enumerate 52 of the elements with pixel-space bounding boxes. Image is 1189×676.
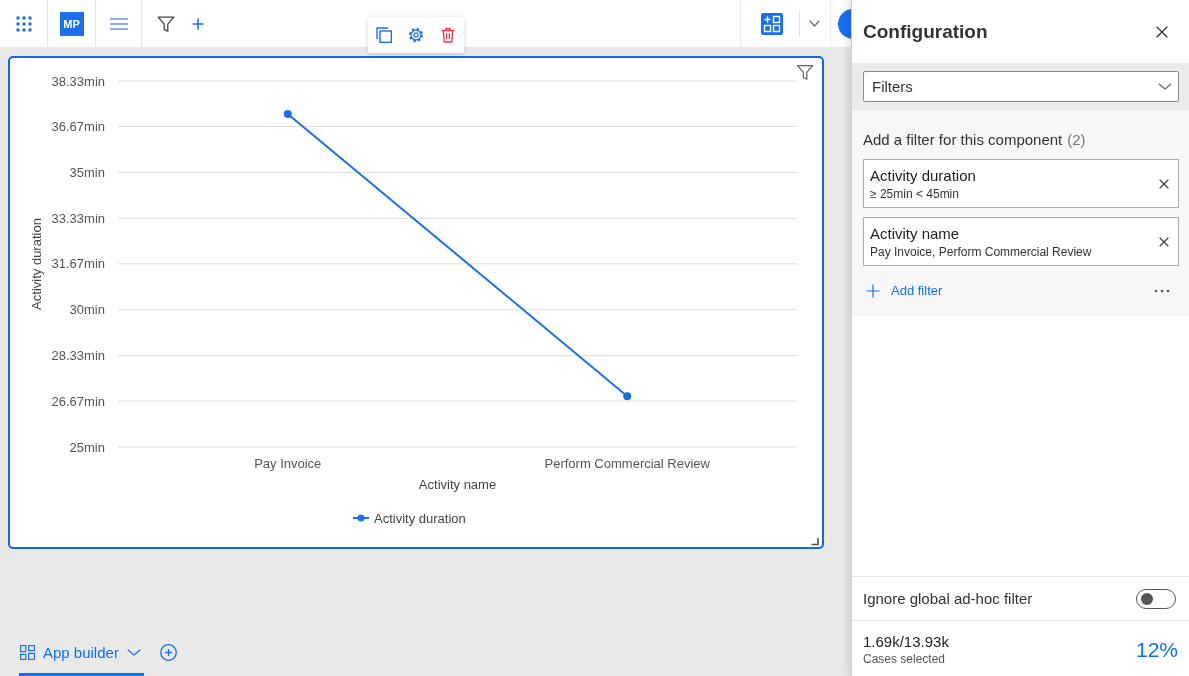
filter-card[interactable]: Activity name Pay Invoice, Perform Commercial Review — [863, 217, 1179, 266]
filter-value: Pay Invoice, Perform Commercial Review — [870, 244, 1092, 259]
cases-label: Cases selected — [863, 652, 947, 666]
settings-icon[interactable] — [408, 27, 424, 43]
close-icon[interactable] — [1159, 178, 1169, 189]
delete-icon[interactable] — [440, 27, 456, 43]
axis-tick-label: 33.33min — [51, 210, 105, 226]
more-icon[interactable] — [1154, 288, 1170, 293]
filter-name: Activity duration — [870, 166, 976, 184]
apps-grid-icon[interactable] — [15, 15, 32, 32]
avatar-icon[interactable] — [838, 8, 851, 39]
close-icon[interactable] — [1159, 236, 1169, 247]
filter-icon[interactable] — [796, 64, 814, 80]
toggle-label: Ignore global ad-hoc filter — [863, 590, 1033, 607]
legend-label[interactable]: Activity duration — [374, 510, 466, 526]
panel-title: Configuration — [863, 20, 988, 43]
axis-title: Activity duration — [28, 218, 44, 310]
filter-icon[interactable] — [157, 14, 175, 33]
axis-category-label: Perform Commercial Review — [544, 455, 710, 471]
app-logo[interactable]: MP — [59, 11, 84, 36]
layout-grid-icon — [20, 645, 35, 660]
section-heading: Add a filter for this component — [863, 131, 1063, 148]
resize-handle-icon[interactable] — [810, 537, 819, 546]
axis-tick-label: 35min — [69, 164, 105, 180]
close-icon[interactable] — [1156, 25, 1168, 38]
chevron-down-icon[interactable] — [809, 20, 820, 27]
chevron-down-icon[interactable] — [126, 649, 141, 656]
filter-card[interactable]: Activity duration ≥ 25min < 45min — [863, 159, 1179, 208]
filter-count: (2) — [1067, 131, 1086, 148]
cases-percent: 12% — [1135, 637, 1178, 662]
axis-tick-label: 25min — [69, 439, 105, 455]
axis-tick-label: 28.33min — [51, 348, 105, 364]
axis-tick-label: 30min — [69, 302, 105, 318]
axis-tick-label: 26.67min — [51, 393, 105, 409]
copy-icon[interactable] — [376, 27, 392, 43]
add-filter-button[interactable]: Add filter — [863, 279, 946, 302]
axis-tick-label: 31.67min — [51, 256, 105, 272]
toggle-switch[interactable] — [1136, 588, 1176, 609]
cases-count: 1.69k/13.93k — [863, 633, 949, 650]
axis-tick-label: 38.33min — [51, 73, 105, 89]
axis-title: Activity name — [418, 476, 497, 492]
page-tab[interactable]: App builder — [19, 644, 144, 676]
plus-icon[interactable] — [192, 17, 204, 30]
add-widget-icon[interactable] — [761, 12, 783, 35]
add-circle-icon[interactable] — [159, 644, 177, 661]
filter-name: Activity name — [870, 224, 961, 242]
chevron-down-icon[interactable] — [1158, 83, 1172, 90]
axis-tick-label: 36.67min — [51, 119, 105, 135]
section-select[interactable]: Filters — [863, 71, 1179, 102]
legend-marker-icon — [352, 514, 370, 522]
filter-value: ≥ 25min < 45min — [870, 186, 960, 201]
axis-category-label: Pay Invoice — [254, 455, 322, 471]
